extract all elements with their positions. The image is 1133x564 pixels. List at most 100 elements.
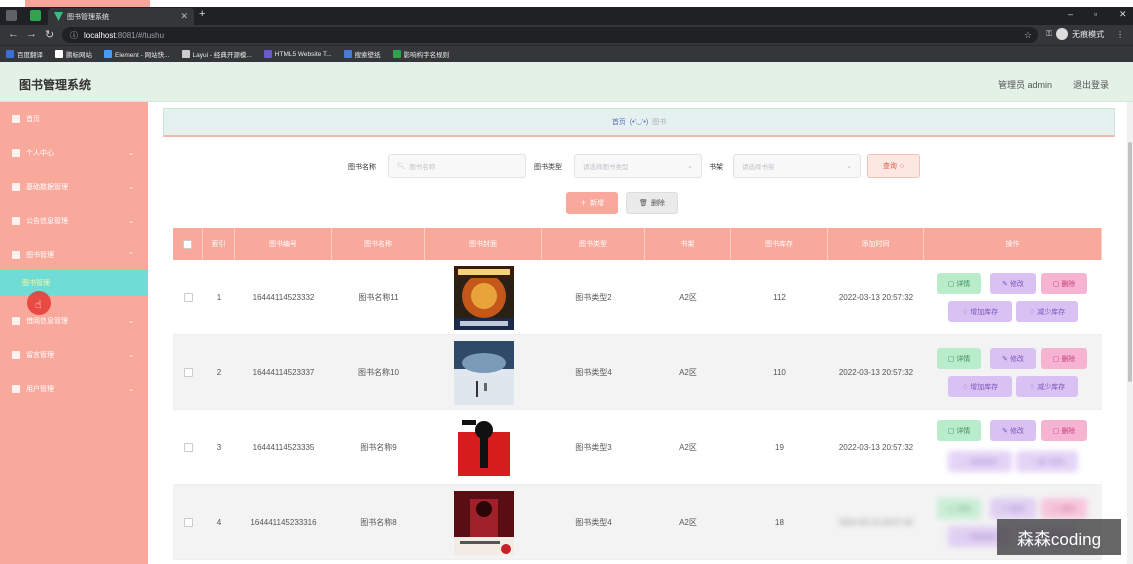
column-header[interactable]: 添加时间: [828, 228, 924, 260]
breadcrumb-current: 图书: [652, 119, 667, 126]
edit-button-label: 修改: [1009, 427, 1024, 435]
row-checkbox[interactable]: [183, 443, 193, 452]
breadcrumb-home[interactable]: 首页: [612, 117, 626, 127]
column-header[interactable]: 操作: [924, 228, 1102, 260]
page-scrollbar[interactable]: [1127, 102, 1133, 564]
bookmark-star-icon[interactable]: ☆: [1024, 30, 1032, 41]
table-row[interactable]: 1 16444114523332 图书名称11 图书类型2 A2区 112 2022-03-…: [173, 260, 1102, 335]
book-name-input[interactable]: 🔍︎ 图书名称: [388, 154, 526, 178]
delete-button-label: 删除: [1061, 505, 1076, 513]
delete-button[interactable]: ▢ 删除: [1041, 420, 1087, 441]
detail-button[interactable]: ▢ 详情: [937, 420, 981, 441]
message-icon: [12, 351, 20, 359]
column-header[interactable]: 图书编号: [235, 228, 332, 260]
column-header[interactable]: 图书名称: [332, 228, 425, 260]
browser-pinned-tab-icon[interactable]: [6, 10, 17, 21]
bookmark-item[interactable]: Layui - 经典开源模...: [181, 49, 252, 59]
bookmark-item[interactable]: 鹏标网站: [55, 49, 92, 59]
time-cell: 2022-03-13 20:57:32: [838, 518, 914, 527]
edit-button[interactable]: ✎ 修改: [990, 348, 1036, 369]
row-checkbox[interactable]: [183, 518, 193, 527]
column-header[interactable]: 图书封面: [425, 228, 542, 260]
detail-button[interactable]: ▢ 详情: [937, 273, 981, 294]
checkbox-cell: [173, 485, 203, 560]
sidebar-subitem-books[interactable]: 图书管理: [0, 270, 148, 296]
batch-delete-button[interactable]: 🗑︎ 删除: [626, 192, 678, 214]
new-tab-icon[interactable]: +: [199, 8, 205, 20]
detail-button[interactable]: ▢ 详情: [937, 348, 981, 369]
close-tab-icon[interactable]: ✕: [180, 11, 188, 22]
sidebar-item-6[interactable]: 借阅信息管理 ⌄: [0, 304, 148, 338]
column-header[interactable]: 书架: [645, 228, 731, 260]
row-checkbox[interactable]: [183, 293, 193, 302]
sidebar-item-1[interactable]: 首页: [0, 102, 148, 136]
add-button[interactable]: ＋ 新增: [566, 192, 618, 214]
shelf-cell: A2区: [679, 293, 697, 302]
sub-stock-button[interactable]: ♢ 减少库存: [1016, 376, 1078, 397]
column-header[interactable]: 图书库存: [731, 228, 828, 260]
sidebar-item-7[interactable]: 留言管理 ⌄: [0, 338, 148, 372]
add-stock-button[interactable]: ♢ 增加库存: [948, 301, 1012, 322]
plus-icon: ＋: [580, 200, 587, 207]
watermark: 森森coding: [997, 519, 1121, 555]
bookmark-item[interactable]: 百度翻译: [6, 49, 43, 59]
delete-button[interactable]: ▢ 删除: [1041, 348, 1087, 369]
sub-stock-button[interactable]: ♢ 减少库存: [1016, 301, 1078, 322]
bookmark-item[interactable]: HTML5 Website T...: [263, 50, 332, 58]
sidebar-item-5[interactable]: 图书管理 ⌃: [0, 238, 148, 272]
add-stock-button[interactable]: ♢ 增加库存: [948, 376, 1012, 397]
add-stock-button-label: 增加库存: [970, 308, 999, 316]
bookmark-item[interactable]: 搜索壁纸: [343, 49, 381, 59]
checkbox-cell: [173, 410, 203, 485]
reload-icon[interactable]: ↻: [45, 28, 54, 41]
select-all-checkbox[interactable]: [183, 239, 192, 249]
edit-button[interactable]: ✎ 修改: [990, 273, 1036, 294]
url-input[interactable]: ⓘ localhost:8081/#/tushu ☆: [62, 27, 1038, 43]
sidebar-item-4[interactable]: 公告信息管理 ⌄: [0, 204, 148, 238]
shelf-cell: A2区: [679, 368, 697, 377]
table-row[interactable]: 2 16444114523337 图书名称10 图书类型4 A2区 110 2022-03-…: [173, 335, 1102, 410]
scrollbar-thumb[interactable]: [1128, 142, 1132, 382]
chevron-down-icon: ⌄: [128, 318, 134, 325]
book-type-select[interactable]: 请选择图书类型 ⌄: [574, 154, 702, 178]
bulb-icon: ♢: [1028, 458, 1036, 466]
logout-link[interactable]: 退出登录: [1073, 78, 1109, 91]
search-button[interactable]: 查询 ○: [867, 154, 920, 178]
menu-icon[interactable]: ⋮: [1116, 30, 1124, 39]
bulb-icon: ♢: [961, 533, 969, 541]
edit-button[interactable]: ✎ 修改: [990, 498, 1036, 519]
browser-tab[interactable]: 图书管理系统 ✕: [48, 8, 194, 25]
edit-button[interactable]: ✎ 修改: [990, 420, 1036, 441]
back-icon[interactable]: ←: [8, 28, 19, 40]
stock-cell: 110: [773, 368, 786, 377]
table-row[interactable]: 4 164441145233316 图书名称8 图书类型4 A2区 18 2022-03-1…: [173, 485, 1102, 560]
table-row[interactable]: 3 16444114523335 图书名称9 图书类型3 A2区 19 2022-03-13…: [173, 410, 1102, 485]
delete-button[interactable]: ▢ 删除: [1041, 273, 1087, 294]
sub-stock-button[interactable]: ♢ 减少库存: [1016, 451, 1078, 472]
detail-button[interactable]: ▢ 详情: [937, 498, 981, 519]
column-header[interactable]: 索引: [203, 228, 235, 260]
bookmark-favicon-icon: [181, 50, 190, 58]
book-icon: [12, 251, 20, 259]
column-header[interactable]: 图书类型: [542, 228, 645, 260]
row-checkbox[interactable]: [183, 368, 193, 377]
edit-icon: ✎: [1002, 280, 1008, 288]
bookmark-item[interactable]: 影响构字名规则: [392, 49, 449, 59]
restore-icon[interactable]: ▫: [1094, 9, 1097, 19]
bookmark-item[interactable]: Element - 网站快...: [104, 49, 170, 59]
code-cell: 16444114523332: [252, 293, 315, 302]
shelf-select[interactable]: 请选择书架 ⌄: [733, 154, 861, 178]
profile-area[interactable]: ⚿ 无痕模式 ⋮: [1046, 28, 1124, 40]
forward-icon[interactable]: →: [26, 28, 37, 40]
add-button-label: 新增: [590, 200, 604, 207]
add-stock-button[interactable]: ♢ 增加库存: [948, 451, 1012, 472]
close-window-icon[interactable]: ✕: [1119, 9, 1127, 20]
minimize-icon[interactable]: –: [1068, 9, 1073, 19]
app-pinned-tab-icon[interactable]: [30, 10, 41, 21]
name-cell: 图书名称10: [358, 368, 399, 377]
checkbox-cell: [173, 260, 203, 335]
sidebar-item-8[interactable]: 用户管理 ⌄: [0, 372, 148, 406]
time-cell: 2022-03-13 20:57:32: [838, 293, 914, 302]
delete-button[interactable]: ▢ 删除: [1041, 498, 1087, 519]
key-icon[interactable]: ⚿: [1046, 29, 1052, 39]
